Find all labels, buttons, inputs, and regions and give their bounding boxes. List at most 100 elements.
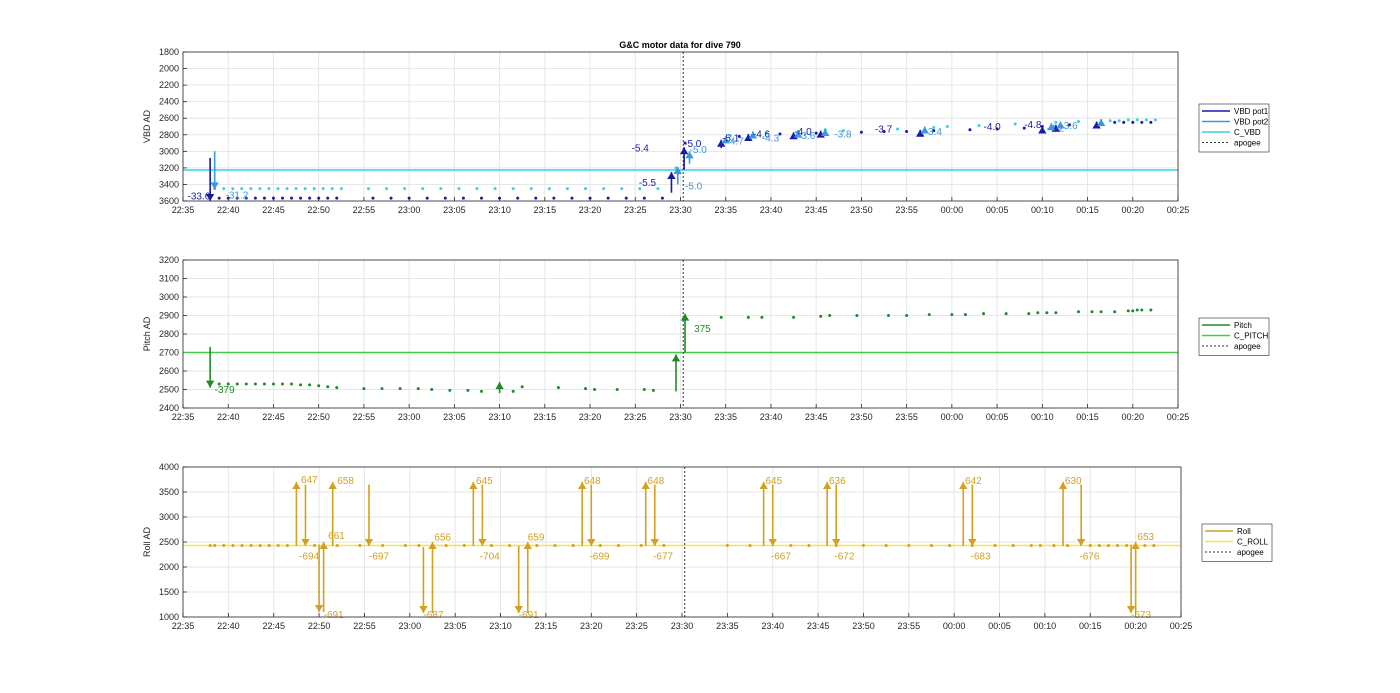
x-tick-label: 22:40 [217,412,240,422]
x-tick-label: 23:35 [716,621,739,631]
x-tick-label: 23:55 [895,205,918,215]
data-point [792,315,796,319]
data-point [276,544,280,547]
data-label: -4.3 [762,133,780,144]
data-point [416,387,420,391]
x-tick-label: 23:30 [669,412,692,422]
legend-label: apogee [1234,342,1261,351]
data-point [380,387,384,391]
data-point [719,315,723,319]
figure-title: G&C motor data for dive 790 [619,40,741,50]
data-point [1149,120,1153,124]
data-point [859,130,863,134]
x-tick-label: 22:55 [353,621,376,631]
data-point [308,383,312,387]
data-label: -5.0 [685,181,703,192]
legend-label: Roll [1237,527,1251,536]
data-point [1135,308,1139,312]
x-tick-label: 22:50 [307,205,330,215]
data-point [602,187,606,191]
data-point [208,544,212,547]
pitch-panel: 22:35 22:40 22:45 22:50 22:55 23:00 23:05 23:10… [142,255,1270,422]
data-point [258,544,262,547]
x-tick-label: 23:35 [714,412,737,422]
x-tick-label: 00:10 [1034,621,1057,631]
x-tick-label: 00:25 [1167,412,1190,422]
data-point [598,544,602,547]
data-point [1135,118,1139,122]
legend-label: apogee [1237,548,1264,557]
vbd-legend: VBD pot1 VBD pot2C_VBDapogee [1198,103,1270,153]
data-point [887,314,891,317]
data-point [1108,119,1112,123]
data-label: 658 [337,476,354,487]
x-tick-label: 23:25 [624,412,647,422]
data-point [1054,311,1058,315]
data-label: -3.6 [798,131,816,142]
x-tick-label: 22:45 [262,621,285,631]
data-label: -691 [519,610,539,621]
x-tick-label: 22:35 [172,412,195,422]
data-point [1140,120,1144,124]
y-tick-label: 2400 [159,97,179,107]
x-tick-label: 23:40 [760,205,783,215]
data-label: -31.2 [226,191,249,202]
data-point [1125,544,1129,547]
data-point [461,196,465,200]
y-tick-label: 3000 [159,512,179,522]
y-tick-label: 2700 [159,348,179,358]
data-point [624,196,628,200]
data-point [493,187,497,191]
data-point [222,544,226,547]
x-tick-label: 23:35 [714,205,737,215]
data-point [321,187,325,191]
legend-label: Pitch [1234,321,1252,330]
data-point [516,196,520,200]
data-label: -379 [215,385,235,396]
data-label: 661 [328,531,345,542]
data-point [285,544,289,547]
x-tick-label: 22:35 [172,621,195,631]
x-tick-label: 23:55 [898,621,921,631]
data-point [746,315,750,319]
y-tick-label: 3600 [159,196,179,206]
x-tick-label: 23:55 [895,412,918,422]
data-point [511,187,515,191]
x-tick-label: 00:10 [1031,205,1054,215]
data-point [253,382,257,386]
x-tick-label: 23:50 [850,412,873,422]
data-label: -3.4 [925,127,943,138]
data-point [313,544,317,547]
data-point [444,544,448,547]
data-point [1038,544,1042,547]
data-label: -4.0 [984,122,1002,133]
data-point [262,196,266,200]
x-tick-label: 23:00 [398,205,421,215]
data-point [430,388,434,391]
data-point [366,187,370,191]
x-tick-label: 00:15 [1076,205,1099,215]
data-label: 647 [301,475,318,486]
y-tick-label: 4000 [159,462,179,472]
data-label: -697 [369,552,389,563]
x-tick-label: 23:20 [579,412,602,422]
y-tick-label: 3400 [159,179,179,189]
data-point [1106,544,1110,547]
data-point [439,187,443,191]
legend-label: C_VBD [1234,128,1261,137]
data-point [950,313,954,317]
data-label: 648 [584,476,601,487]
data-point [1036,311,1040,315]
x-tick-label: 23:30 [669,205,692,215]
x-tick-label: 00:00 [941,205,964,215]
data-point [520,385,524,389]
y-tick-label: 1000 [159,612,179,622]
data-label: -704 [480,552,500,563]
data-point [1144,118,1148,122]
data-point [290,196,294,200]
data-point [299,383,303,387]
data-point [1126,309,1130,313]
data-point [615,388,619,391]
data-label: -699 [589,552,609,563]
x-tick-label: 00:15 [1076,412,1099,422]
